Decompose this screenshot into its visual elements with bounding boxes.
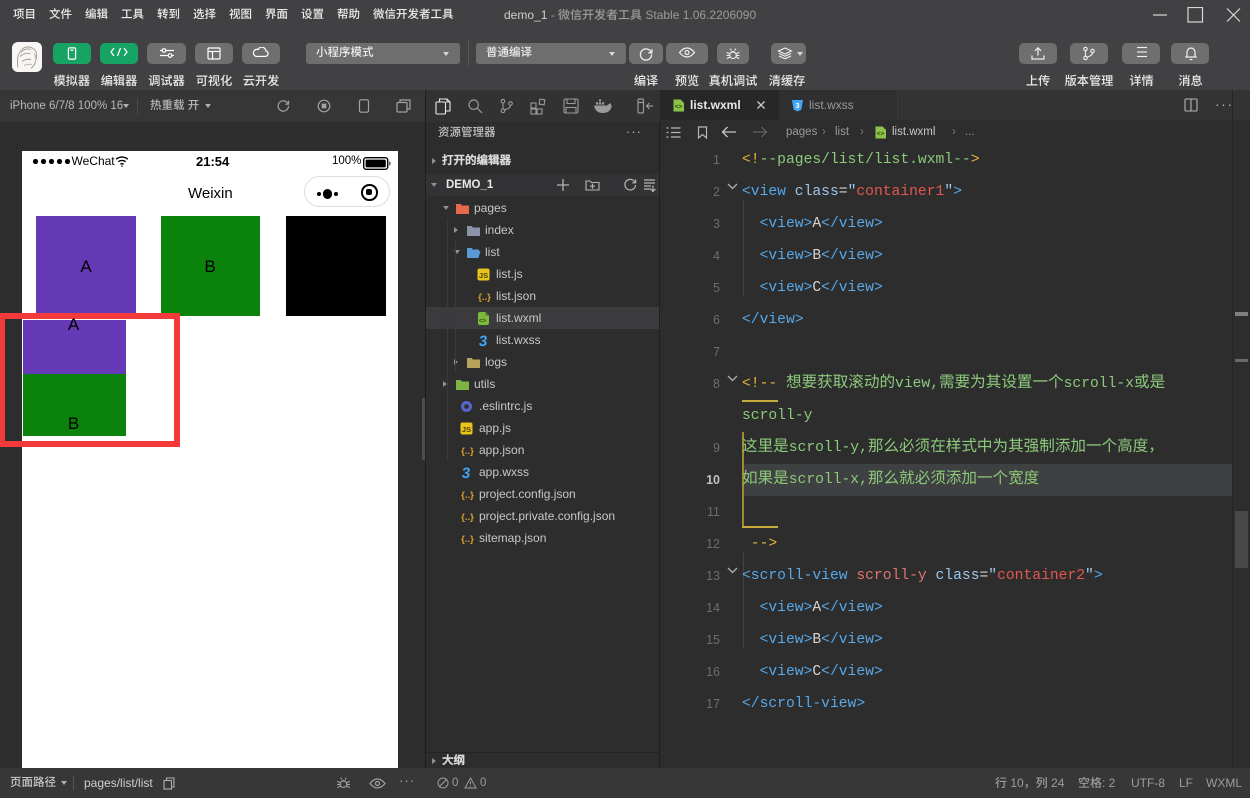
svg-text:<>: <>	[479, 318, 487, 324]
svg-text:<>: <>	[877, 131, 885, 138]
svg-text:3: 3	[461, 466, 471, 479]
svg-text:<>: <>	[675, 103, 683, 110]
svg-text:{..}: {..}	[461, 446, 474, 457]
svg-text:3: 3	[795, 101, 799, 110]
svg-text:JS: JS	[462, 424, 471, 433]
svg-text:{..}: {..}	[461, 512, 474, 523]
svg-text:3: 3	[478, 334, 488, 347]
svg-text:{..}: {..}	[478, 292, 491, 303]
svg-text:{..}: {..}	[461, 534, 474, 545]
svg-text:{..}: {..}	[461, 490, 474, 501]
svg-text:JS: JS	[479, 270, 488, 279]
